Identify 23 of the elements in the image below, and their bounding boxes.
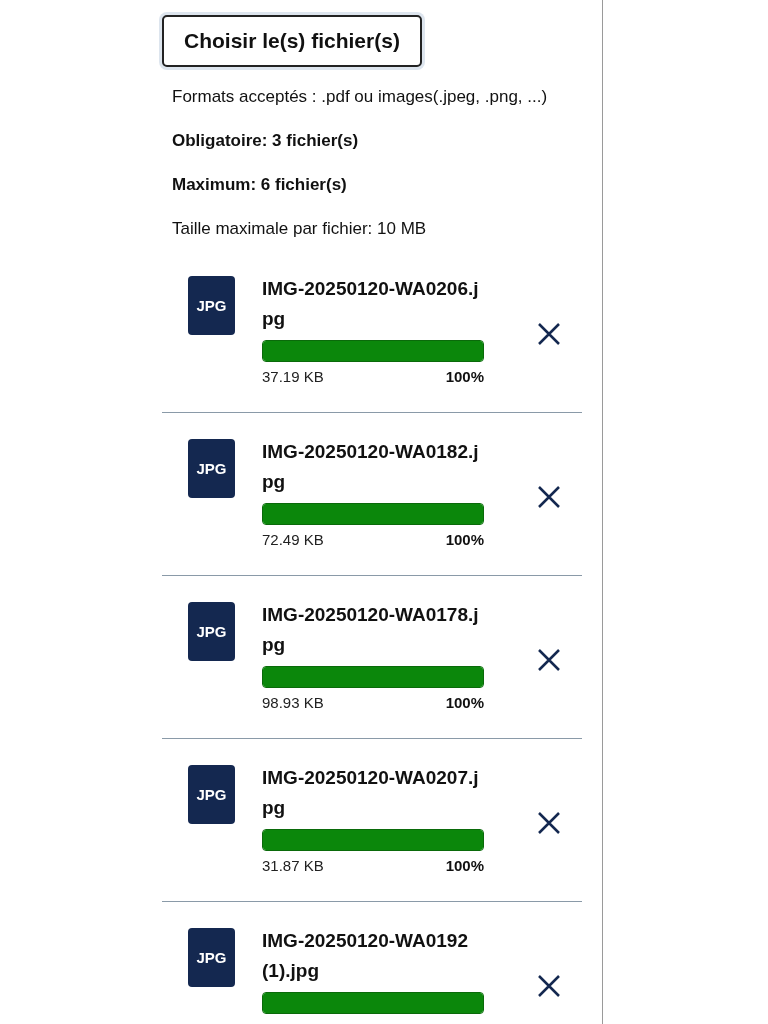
file-name: IMG-20250120-WA0182.jpg	[262, 440, 480, 494]
file-name: IMG-20250120-WA0192(1).jpg	[262, 929, 469, 983]
info-text: Formats acceptés : .pdf ou images(.jpeg, .png, ...)	[171, 86, 549, 108]
file-size: 72.49 KB	[262, 531, 324, 548]
progress-percent: 100%	[445, 531, 484, 548]
file-name: IMG-20250120-WA0206.jpg	[262, 277, 480, 331]
file-size: 98.93 KB	[262, 694, 324, 711]
info-text: Taille maximale par fichier: 10 MB	[171, 218, 428, 240]
progress-percent: 100%	[445, 694, 484, 711]
info-text: Obligatoire: 3 fichier(s)	[171, 130, 360, 152]
choose-files-button[interactable]: Choisir le(s) fichier(s)	[162, 15, 422, 67]
file-type-icon: JPG	[188, 602, 235, 661]
file-name: IMG-20250120-WA0178.jpg	[262, 603, 480, 657]
progress-percent: 100%	[445, 857, 484, 874]
file-type-icon: JPG	[188, 276, 235, 335]
file-type-icon: JPG	[188, 765, 235, 824]
file-type-icon: JPG	[188, 439, 235, 498]
file-name: IMG-20250120-WA0207.jpg	[262, 766, 480, 820]
progress-percent: 100%	[445, 368, 484, 385]
file-type-icon: JPG	[188, 928, 235, 987]
info-text: Maximum: 6 fichier(s)	[171, 174, 348, 196]
file-size: 37.19 KB	[262, 368, 324, 385]
file-size: 31.87 KB	[262, 857, 324, 874]
